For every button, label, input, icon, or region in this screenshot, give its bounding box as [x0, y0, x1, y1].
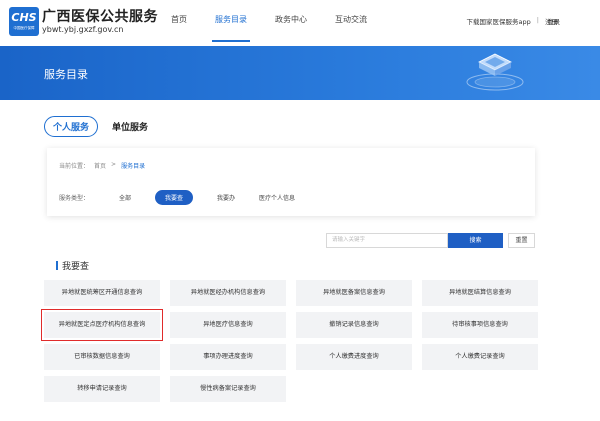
filter-medical-personal-info[interactable]: 医疗个人信息	[259, 193, 295, 202]
section-title-bar	[56, 261, 58, 270]
reset-button[interactable]: 重置	[508, 233, 535, 248]
logo-text: CHS	[11, 11, 37, 24]
service-item[interactable]: 异地就医统筹区开通信息查询	[44, 280, 160, 306]
site-name[interactable]: 广西医保公共服务	[42, 6, 158, 26]
nav-service-catalog[interactable]: 服务目录	[204, 0, 258, 46]
nav-home[interactable]: 首页	[160, 0, 198, 46]
service-grid: 异地就医统筹区开通信息查询 异地就医经办机构信息查询 异地就医备案信息查询 异地…	[41, 280, 538, 402]
breadcrumb-current: 服务目录	[121, 163, 146, 170]
breadcrumb: 当前位置： 首页 > 服务目录	[59, 161, 145, 170]
service-item[interactable]: 撤销记录信息查询	[296, 312, 412, 338]
filter-all[interactable]: 全部	[119, 193, 131, 202]
logo-subtext: 中国医疗保障	[13, 26, 35, 30]
site-url: ybwt.ybj.gxzf.gov.cn	[42, 25, 124, 34]
filter-handle[interactable]: 我要办	[217, 193, 235, 202]
service-item[interactable]: 异地就医备案信息查询	[296, 280, 412, 306]
search-button[interactable]: 搜索	[448, 233, 503, 248]
breadcrumb-label: 当前位置：	[59, 163, 90, 170]
service-item[interactable]: 待审核事项信息查询	[422, 312, 538, 338]
page-banner: 服务目录	[0, 46, 600, 100]
breadcrumb-home[interactable]: 首页	[94, 161, 106, 170]
site-header: CHS 中国医疗保障 广西医保公共服务 ybwt.ybj.gxzf.gov.cn…	[0, 0, 600, 46]
service-tabs: 个人服务 单位服务	[44, 116, 148, 137]
search-input[interactable]: 请输入关键字	[326, 233, 448, 248]
service-type-label: 服务类型：	[59, 195, 90, 202]
nav-government-center[interactable]: 政务中心	[264, 0, 318, 46]
filter-card: 当前位置： 首页 > 服务目录 服务类型： 全部 我要查 我要办 医疗个人信息	[47, 148, 535, 216]
service-item[interactable]: 个人缴费记录查询	[422, 344, 538, 370]
filter-query[interactable]: 我要查	[155, 190, 194, 205]
chs-logo-icon[interactable]: CHS 中国医疗保障	[9, 7, 39, 36]
service-item[interactable]: 个人缴费进度查询	[296, 344, 412, 370]
login-link[interactable]: 登录	[547, 16, 560, 26]
service-item[interactable]: 已审核数据信息查询	[44, 344, 160, 370]
nav-interaction[interactable]: 互动交流	[324, 0, 378, 46]
service-item[interactable]: 异地医疗信息查询	[170, 312, 286, 338]
divider: |	[536, 16, 539, 24]
service-item[interactable]: 异地就医经办机构信息查询	[170, 280, 286, 306]
service-type-filter: 服务类型： 全部 我要查 我要办 医疗个人信息	[59, 190, 319, 205]
banner-illustration-icon	[466, 53, 524, 91]
top-links: 下载国家医保服务app | 注册	[467, 16, 558, 26]
tab-unit-service[interactable]: 单位服务	[112, 120, 148, 133]
breadcrumb-separator: >	[111, 161, 117, 168]
section-title-text: 我要查	[62, 262, 90, 272]
main-nav: 首页 服务目录 政务中心 互动交流	[160, 0, 384, 46]
service-item[interactable]: 慢性病备案记录查询	[170, 376, 286, 402]
section-title: 我要查	[56, 259, 89, 272]
tab-personal-service[interactable]: 个人服务	[44, 116, 99, 137]
service-item[interactable]: 异地就医结算信息查询	[422, 280, 538, 306]
download-app-link[interactable]: 下载国家医保服务app	[467, 16, 531, 26]
banner-title: 服务目录	[44, 68, 88, 81]
service-item-highlighted[interactable]: 异地就医定点医疗机构信息查询	[41, 309, 163, 341]
service-item[interactable]: 事项办理进度查询	[170, 344, 286, 370]
service-item[interactable]: 转移申请记录查询	[44, 376, 160, 402]
